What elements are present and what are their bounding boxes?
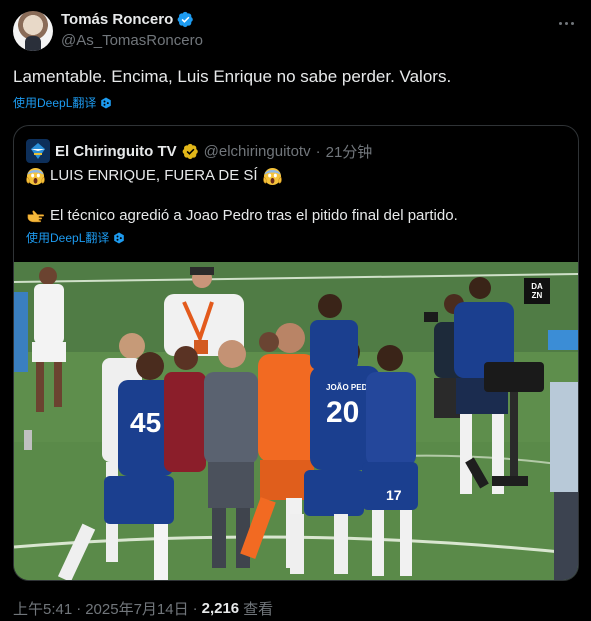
author-avatar[interactable] — [13, 11, 53, 51]
dazn-logo: DA ZN — [524, 278, 550, 304]
tweet-footer: 上午5:41 · 2025年7月14日 · 2,216 查看 — [13, 598, 273, 619]
footer-separator: · — [76, 600, 82, 617]
quoted-line-1-text: LUIS ENRIQUE, FUERA DE SÍ — [50, 167, 258, 184]
dazn-logo-line1: DA — [531, 282, 543, 291]
chiringuito-logo-icon — [31, 143, 45, 159]
translate-label: 使用DeepL翻译 — [13, 96, 97, 110]
jersey-number-20: 20 — [326, 396, 359, 429]
match-photo[interactable]: 45 JOÃO PEDRO 20 17 DA ZN — [14, 262, 578, 580]
verified-badge-icon[interactable] — [177, 11, 194, 28]
deepl-icon — [101, 97, 112, 108]
views-label: 查看 — [243, 601, 274, 618]
quoted-author-name[interactable]: El Chiringuito TV — [55, 143, 177, 160]
tweet-time[interactable]: 上午5:41 — [13, 598, 72, 619]
scream-emoji-icon — [262, 167, 282, 185]
quoted-line-1: LUIS ENRIQUE, FUERA DE SÍ — [26, 166, 282, 186]
quoted-tweet[interactable]: El Chiringuito TV @elchiringuitotv · 21分… — [13, 125, 579, 581]
quoted-time[interactable]: 21分钟 — [326, 141, 373, 162]
tweet-text: Lamentable. Encima, Luis Enrique no sabe… — [13, 67, 452, 86]
views-count[interactable]: 2,216 — [202, 600, 240, 617]
verified-gold-badge-icon — [182, 143, 198, 159]
jersey-number-17: 17 — [386, 487, 402, 503]
author-display-name[interactable]: Tomás Roncero — [61, 11, 173, 28]
pointing-right-emoji-icon — [27, 209, 45, 222]
footer-separator: · — [192, 600, 198, 617]
scream-emoji-icon — [26, 167, 45, 185]
quoted-translate-label: 使用DeepL翻译 — [26, 231, 110, 245]
tweet-date[interactable]: 2025年7月14日 — [85, 598, 188, 619]
players-scuffle-illustration: 45 JOÃO PEDRO 20 17 — [14, 262, 578, 580]
dazn-logo-line2: ZN — [531, 291, 543, 300]
author-name-row: Tomás Roncero — [61, 11, 194, 28]
quoted-tweet-header: El Chiringuito TV @elchiringuitotv · 21分… — [26, 139, 372, 163]
quoted-author-handle[interactable]: @elchiringuitotv — [204, 143, 311, 160]
quoted-translate-link[interactable]: 使用DeepL翻译 — [26, 229, 125, 246]
quoted-separator: · — [315, 142, 321, 160]
quoted-line-2: El técnico agredió a Joao Pedro tras el … — [26, 206, 458, 226]
translate-link[interactable]: 使用DeepL翻译 — [13, 94, 112, 111]
more-options-icon[interactable] — [554, 13, 578, 33]
quoted-author-avatar[interactable] — [26, 139, 50, 163]
deepl-icon — [114, 232, 125, 243]
quoted-line-2-text: El técnico agredió a Joao Pedro tras el … — [50, 207, 458, 224]
author-handle[interactable]: @As_TomasRoncero — [61, 32, 203, 49]
tweet-header: Tomás Roncero @As_TomasRoncero — [13, 11, 578, 53]
jersey-number-45: 45 — [130, 407, 161, 438]
